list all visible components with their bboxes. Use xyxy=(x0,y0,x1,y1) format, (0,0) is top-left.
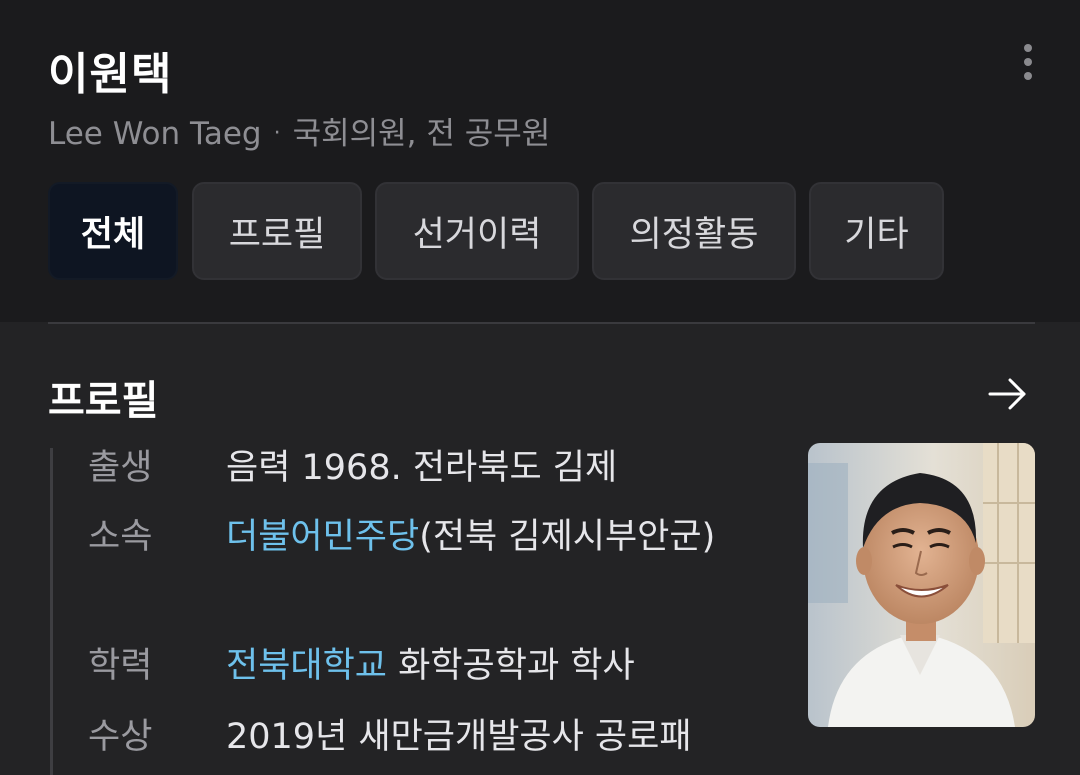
row-value: 더불어민주당(전북 김제시부안군) xyxy=(226,506,746,568)
person-name: 이원택 xyxy=(48,49,173,100)
separator: · xyxy=(273,121,281,146)
english-name: Lee Won Taeg xyxy=(48,116,262,152)
section-title: 프로필 xyxy=(48,378,159,424)
constituency: (전북 김제시부안군) xyxy=(419,517,716,557)
education-detail: 화학공학과 학사 xyxy=(387,646,635,686)
tab-profile[interactable]: 프로필 xyxy=(192,182,362,280)
row-label: 학력 xyxy=(88,646,153,686)
divider xyxy=(48,322,1035,324)
row-value: 음력 1968. 전라북도 김제 xyxy=(226,437,746,499)
portrait-image xyxy=(808,443,1035,727)
party-link[interactable]: 더불어민주당 xyxy=(226,517,419,557)
university-link[interactable]: 전북대학교 xyxy=(226,646,387,686)
tab-label: 의정활동 xyxy=(629,214,759,255)
birth-value: 음력 1968. 전라북도 김제 xyxy=(226,448,618,488)
tab-label: 기타 xyxy=(844,214,909,255)
tab-label: 프로필 xyxy=(228,214,326,255)
row-value: 전북대학교 화학공학과 학사 xyxy=(226,635,746,697)
tab-label: 전체 xyxy=(80,214,146,255)
tab-etc[interactable]: 기타 xyxy=(809,182,944,280)
arrow-right-icon[interactable] xyxy=(986,372,1030,416)
tab-election-history[interactable]: 선거이력 xyxy=(375,182,579,280)
row-value: 2019년 새만금개발공사 공로패 xyxy=(226,706,746,768)
section-side-line xyxy=(50,448,53,775)
award-value: 2019년 새만금개발공사 공로패 xyxy=(226,717,692,757)
row-label: 출생 xyxy=(88,448,153,488)
tab-label: 선거이력 xyxy=(412,214,542,255)
tab-all[interactable]: 전체 xyxy=(48,182,178,280)
occupation: 국회의원, 전 공무원 xyxy=(292,116,551,152)
header: 이원택 Lee Won Taeg · 국회의원, 전 공무원 전체 프로필 선거이력… xyxy=(0,0,1080,322)
subtitle: Lee Won Taeg · 국회의원, 전 공무원 xyxy=(48,108,550,153)
row-label: 수상 xyxy=(88,717,153,757)
tab-legislative-activity[interactable]: 의정활동 xyxy=(592,182,796,280)
profile-photo[interactable] xyxy=(808,443,1035,727)
row-label: 소속 xyxy=(88,517,153,557)
more-vertical-icon[interactable] xyxy=(1018,44,1038,80)
